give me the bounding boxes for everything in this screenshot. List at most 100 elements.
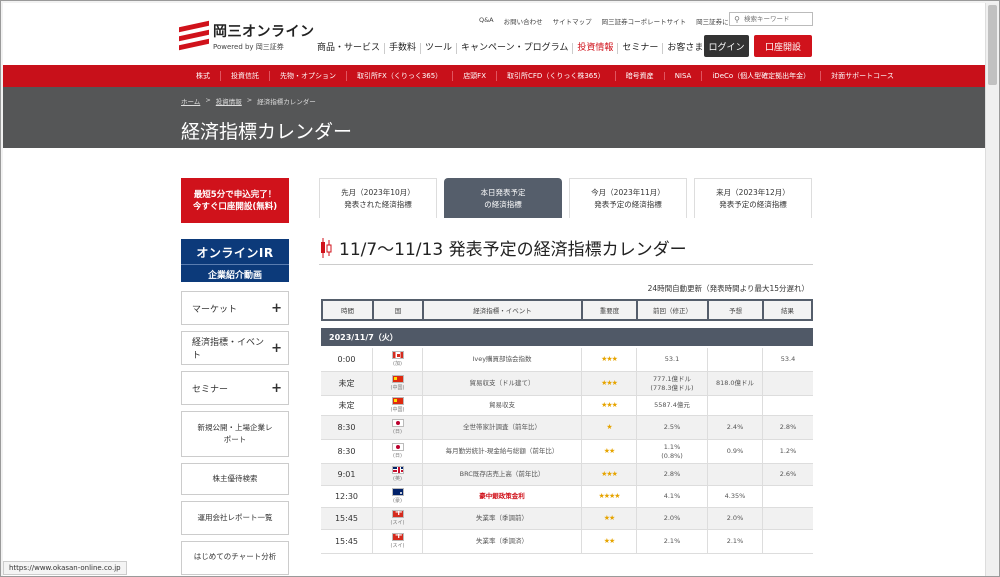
- search-input[interactable]: [744, 13, 810, 25]
- event-cell[interactable]: 貿易収支（ドル建て）: [422, 372, 581, 395]
- tab-today[interactable]: 本日発表予定 の経済指標: [444, 178, 562, 218]
- util-link-contact[interactable]: お問い合わせ: [504, 16, 543, 26]
- result-cell: 1.2%: [762, 440, 813, 463]
- tab-line-2: 発表予定の経済指標: [719, 199, 787, 209]
- nav-investment-info[interactable]: 投資情報: [572, 43, 617, 54]
- country-cell: (中国): [372, 396, 422, 415]
- product-nav-futures[interactable]: 先物・オプション: [269, 71, 346, 81]
- update-note: 24時間自動更新（発表時間より最大15分遅れ）: [647, 284, 809, 293]
- time-cell: 15:45: [334, 514, 359, 523]
- result-cell: [762, 486, 813, 507]
- page-title: 経済指標カレンダー: [181, 121, 353, 143]
- jp-flag-icon: [391, 442, 404, 451]
- country-label: (中国): [390, 384, 405, 391]
- previous-value: 5587.4億元: [654, 401, 690, 409]
- product-nav-stocks[interactable]: 株式: [186, 71, 220, 81]
- revised-value: (778.3億ドル): [650, 383, 694, 392]
- event-cell[interactable]: Ivey購買部協会指数: [422, 348, 581, 371]
- importance-stars-icon: ★★: [581, 508, 636, 529]
- sidebar-accordion-market[interactable]: マーケット +: [181, 291, 289, 325]
- event-cell[interactable]: 全世帯家計調査（前年比）: [422, 416, 581, 439]
- breadcrumb-sep: >: [246, 96, 253, 104]
- time-cell: 8:30: [337, 447, 356, 456]
- product-nav-exchange-fx[interactable]: 取引所FX（くりっく365）: [346, 71, 452, 81]
- gb-flag-icon: [391, 465, 404, 474]
- product-nav-cfd[interactable]: 取引所CFD（くりっく株365）: [496, 71, 615, 81]
- plus-icon: +: [271, 380, 282, 396]
- country-label: (加): [393, 360, 402, 367]
- event-cell[interactable]: 失業率（季調済）: [422, 530, 581, 553]
- sidebar-online-ir-banner[interactable]: オンラインIR 企業紹介動画: [181, 239, 289, 282]
- site-logo[interactable]: 岡三オンライン Powered by 岡三証券: [179, 20, 315, 52]
- product-nav-ideco[interactable]: iDeCo（個人型確定拠出年金）: [701, 71, 820, 81]
- sidebar-link-shareholder-benefits[interactable]: 株主優待検索: [181, 463, 289, 495]
- sidebar-link-fund-reports[interactable]: 運用会社レポート一覧: [181, 501, 289, 535]
- util-link-qa[interactable]: Q&A: [479, 16, 494, 26]
- result-cell: [762, 530, 813, 553]
- nav-campaign[interactable]: キャンペーン・プログラム: [456, 43, 572, 54]
- accordion-label: セミナー: [192, 384, 229, 395]
- sidebar-link-chart-analysis[interactable]: はじめてのチャート分析: [181, 541, 289, 575]
- event-cell[interactable]: 失業率（季調前）: [422, 508, 581, 529]
- product-nav-otc-fx[interactable]: 店頭FX: [452, 71, 496, 81]
- time-cell: 8:30: [337, 423, 356, 432]
- tab-next-month[interactable]: 来月（2023年12月） 発表予定の経済指標: [694, 178, 812, 218]
- country-cell: (豪): [372, 486, 422, 507]
- forecast-cell: [707, 464, 762, 485]
- event-cell[interactable]: BRC既存店売上高（前年比）: [422, 464, 581, 485]
- event-cell[interactable]: 貿易収支: [422, 396, 581, 415]
- sidebar-accordion-seminar[interactable]: セミナー +: [181, 371, 289, 405]
- tab-last-month[interactable]: 先月（2023年10月） 発表された経済指標: [319, 178, 437, 218]
- login-button[interactable]: ログイン: [704, 35, 749, 57]
- util-link-sitemap[interactable]: サイトマップ: [553, 16, 592, 26]
- scrollbar-thumb[interactable]: [988, 5, 997, 85]
- country-cell: (日): [372, 440, 422, 463]
- result-cell: [762, 508, 813, 529]
- previous-cell: 53.1: [636, 348, 707, 371]
- nav-seminar[interactable]: セミナー: [617, 43, 662, 54]
- util-link-corporate[interactable]: 岡三証券コーポレートサイト: [602, 16, 687, 26]
- previous-cell: 777.1億ドル (778.3億ドル): [636, 372, 707, 395]
- col-forecast: 予想: [709, 301, 762, 319]
- search-icon[interactable]: ⚲: [730, 15, 744, 24]
- event-cell[interactable]: 毎月勤労統計-現金給与総額（前年比）: [422, 440, 581, 463]
- product-nav-nisa[interactable]: NISA: [663, 72, 702, 80]
- tab-line-2: 発表予定の経済指標: [594, 199, 662, 209]
- breadcrumb-home[interactable]: ホーム: [181, 96, 200, 106]
- title-band: ホーム > 投資情報 > 経済指標カレンダー 経済指標カレンダー: [3, 87, 986, 148]
- au-flag-icon: [391, 487, 404, 496]
- forecast-cell: 4.35%: [707, 486, 762, 507]
- importance-stars-icon: ★★★: [581, 372, 636, 395]
- tab-this-month[interactable]: 今月（2023年11月） 発表予定の経済指標: [569, 178, 687, 218]
- sidebar-open-account-banner[interactable]: 最短5分で申込完了！ 今すぐ口座開設(無料): [181, 178, 289, 223]
- importance-stars-icon: ★★: [581, 530, 636, 553]
- sidebar-link-ipo-report[interactable]: 新規公開・上場企業レポート: [181, 411, 289, 457]
- product-nav-crypto[interactable]: 暗号資産: [614, 71, 664, 81]
- breadcrumb-current: 経済指標カレンダー: [257, 98, 316, 106]
- divider: [319, 264, 813, 265]
- country-flag: (中国): [391, 396, 404, 415]
- result-cell: 2.6%: [762, 464, 813, 485]
- product-nav-funds[interactable]: 投資信託: [220, 71, 269, 81]
- product-nav: 株式 投資信託 先物・オプション 取引所FX（くりっく365） 店頭FX 取引所…: [3, 65, 986, 87]
- accordion-label: マーケット: [192, 304, 238, 315]
- sidebar-accordion-indicators[interactable]: 経済指標・イベント +: [181, 331, 289, 365]
- open-account-button[interactable]: 口座開設: [754, 35, 812, 57]
- nav-tools[interactable]: ツール: [420, 43, 456, 54]
- country-cell: (スイ): [372, 508, 422, 529]
- result-cell: [762, 396, 813, 415]
- country-flag: (日): [391, 418, 404, 437]
- breadcrumb-investment-info[interactable]: 投資情報: [216, 96, 242, 106]
- previous-value: 4.1%: [663, 492, 681, 500]
- col-importance: 重要度: [583, 301, 636, 319]
- forecast-cell: 0.9%: [707, 440, 762, 463]
- event-cell[interactable]: 豪中銀政策金利: [422, 486, 581, 507]
- ir-line-2: 企業紹介動画: [181, 264, 289, 281]
- table-row: 8:30 (日) 全世帯家計調査（前年比） ★ 2.5% 2.4% 2.8%: [321, 416, 813, 440]
- previous-value: 2.8%: [663, 470, 681, 478]
- product-nav-support-course[interactable]: 対面サポートコース: [820, 71, 904, 81]
- tab-line-2: の経済指標: [484, 199, 522, 209]
- vertical-scrollbar[interactable]: [985, 3, 998, 576]
- nav-fees[interactable]: 手数料: [384, 43, 420, 54]
- nav-products[interactable]: 商品・サービス: [313, 43, 384, 54]
